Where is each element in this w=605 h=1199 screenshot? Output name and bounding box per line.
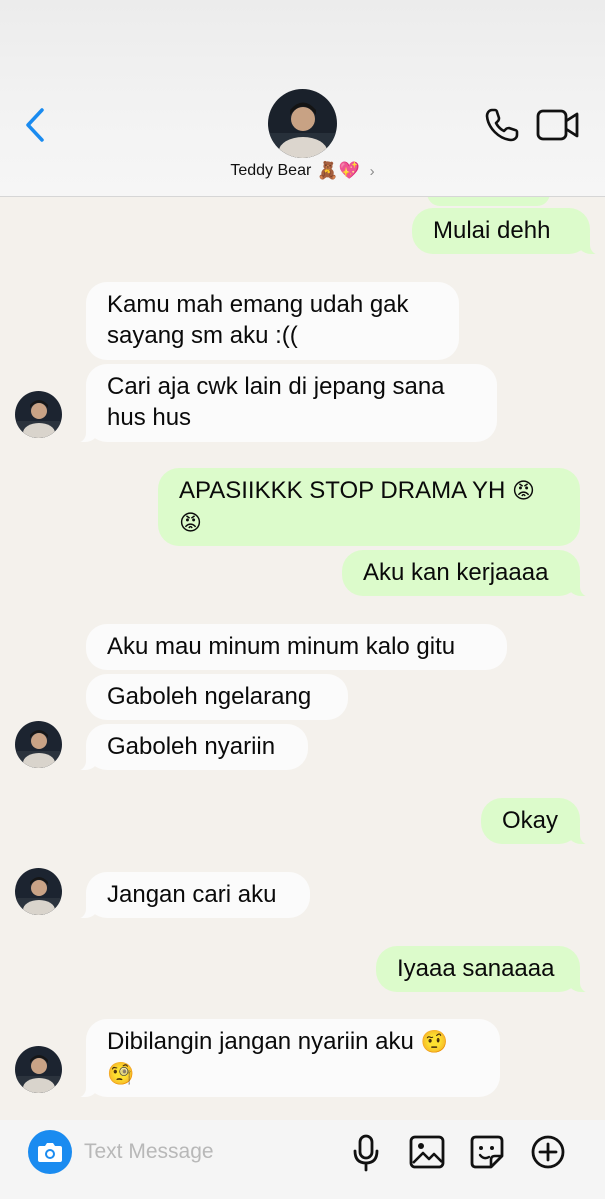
message-text: APASIIKKK STOP DRAMA YH: [179, 477, 506, 504]
message-text: Gaboleh ngelarang: [107, 683, 312, 710]
voice-message-button[interactable]: [346, 1130, 386, 1174]
message-bubble-incoming[interactable]: Aku mau minum minum kalo gitu: [86, 624, 507, 670]
message-text: Iyaaa sanaaaa: [397, 955, 555, 982]
photo-library-icon: [409, 1135, 445, 1169]
chevron-right-icon: ›: [369, 162, 375, 180]
message-text: Okay: [502, 807, 559, 834]
contact-name: Teddy Bear: [230, 162, 312, 179]
message-text: Mulai dehh: [433, 217, 551, 244]
photo-library-button[interactable]: [407, 1130, 447, 1174]
contact-avatar-large[interactable]: [268, 89, 337, 158]
message-bubble-incoming[interactable]: Gaboleh ngelarang: [86, 674, 348, 720]
message-input-bar: Text Message: [0, 1120, 605, 1199]
message-bubble-incoming[interactable]: Cari aja cwk lain di jepang sana hus hus: [74, 364, 497, 443]
sticker-icon: [470, 1135, 504, 1169]
message-bubble-outgoing[interactable]: Aku kan kerjaaaa: [342, 550, 592, 597]
sticker-button[interactable]: [467, 1130, 507, 1174]
message-text: Cari aja cwk lain di jepang sana hus hus: [107, 373, 445, 431]
plus-circle-icon: [531, 1135, 565, 1169]
message-bubble-outgoing[interactable]: Iyaaa sanaaaa: [376, 946, 592, 993]
chevron-left-icon: [26, 108, 44, 142]
phone-icon: [485, 108, 519, 142]
message-bubble-outgoing[interactable]: APASIIKKK STOP DRAMA YH 😡 😡: [158, 468, 580, 546]
camera-button[interactable]: [28, 1130, 72, 1174]
back-button[interactable]: [20, 104, 52, 146]
message-input[interactable]: Text Message: [84, 1140, 334, 1168]
message-bubble-incoming[interactable]: Dibilangin jangan nyariin aku 🤨 🧐: [74, 1019, 500, 1098]
camera-icon: [38, 1143, 62, 1162]
message-text: Kamu mah emang udah gak sayang sm aku :(…: [107, 291, 409, 349]
contact-avatar[interactable]: [15, 868, 62, 915]
message-bubble-incoming[interactable]: Jangan cari aku: [74, 872, 310, 919]
contact-avatar[interactable]: [15, 1046, 62, 1093]
message-bubble-incoming[interactable]: Kamu mah emang udah gak sayang sm aku :(…: [86, 282, 459, 360]
contact-name-emojis: 🧸💖: [317, 161, 360, 181]
audio-call-button[interactable]: [483, 106, 521, 144]
message-text: Aku mau minum minum kalo gitu: [107, 633, 456, 660]
message-bubble-outgoing[interactable]: Mulai dehh: [412, 208, 602, 255]
message-text: Aku kan kerjaaaa: [363, 559, 549, 586]
contact-avatar[interactable]: [15, 391, 62, 438]
more-options-button[interactable]: [528, 1130, 568, 1174]
chat-screen: Mulai dehh Kamu mah emang udah gak sayan…: [0, 0, 605, 1199]
message-text: Jangan cari aku: [107, 881, 277, 908]
video-call-button[interactable]: [536, 108, 580, 142]
contact-avatar[interactable]: [15, 721, 62, 768]
conversation-header: Teddy Bear 🧸💖 ›: [0, 0, 605, 197]
contact-name-row[interactable]: Teddy Bear 🧸💖 ›: [0, 161, 605, 181]
message-text: Gaboleh nyariin: [107, 733, 276, 760]
message-bubble-outgoing[interactable]: Okay: [481, 798, 592, 845]
message-bubble-incoming[interactable]: Gaboleh nyariin: [74, 724, 308, 771]
video-camera-icon: [536, 109, 579, 141]
message-text: Dibilangin jangan nyariin aku: [107, 1028, 414, 1055]
microphone-icon: [353, 1134, 379, 1172]
